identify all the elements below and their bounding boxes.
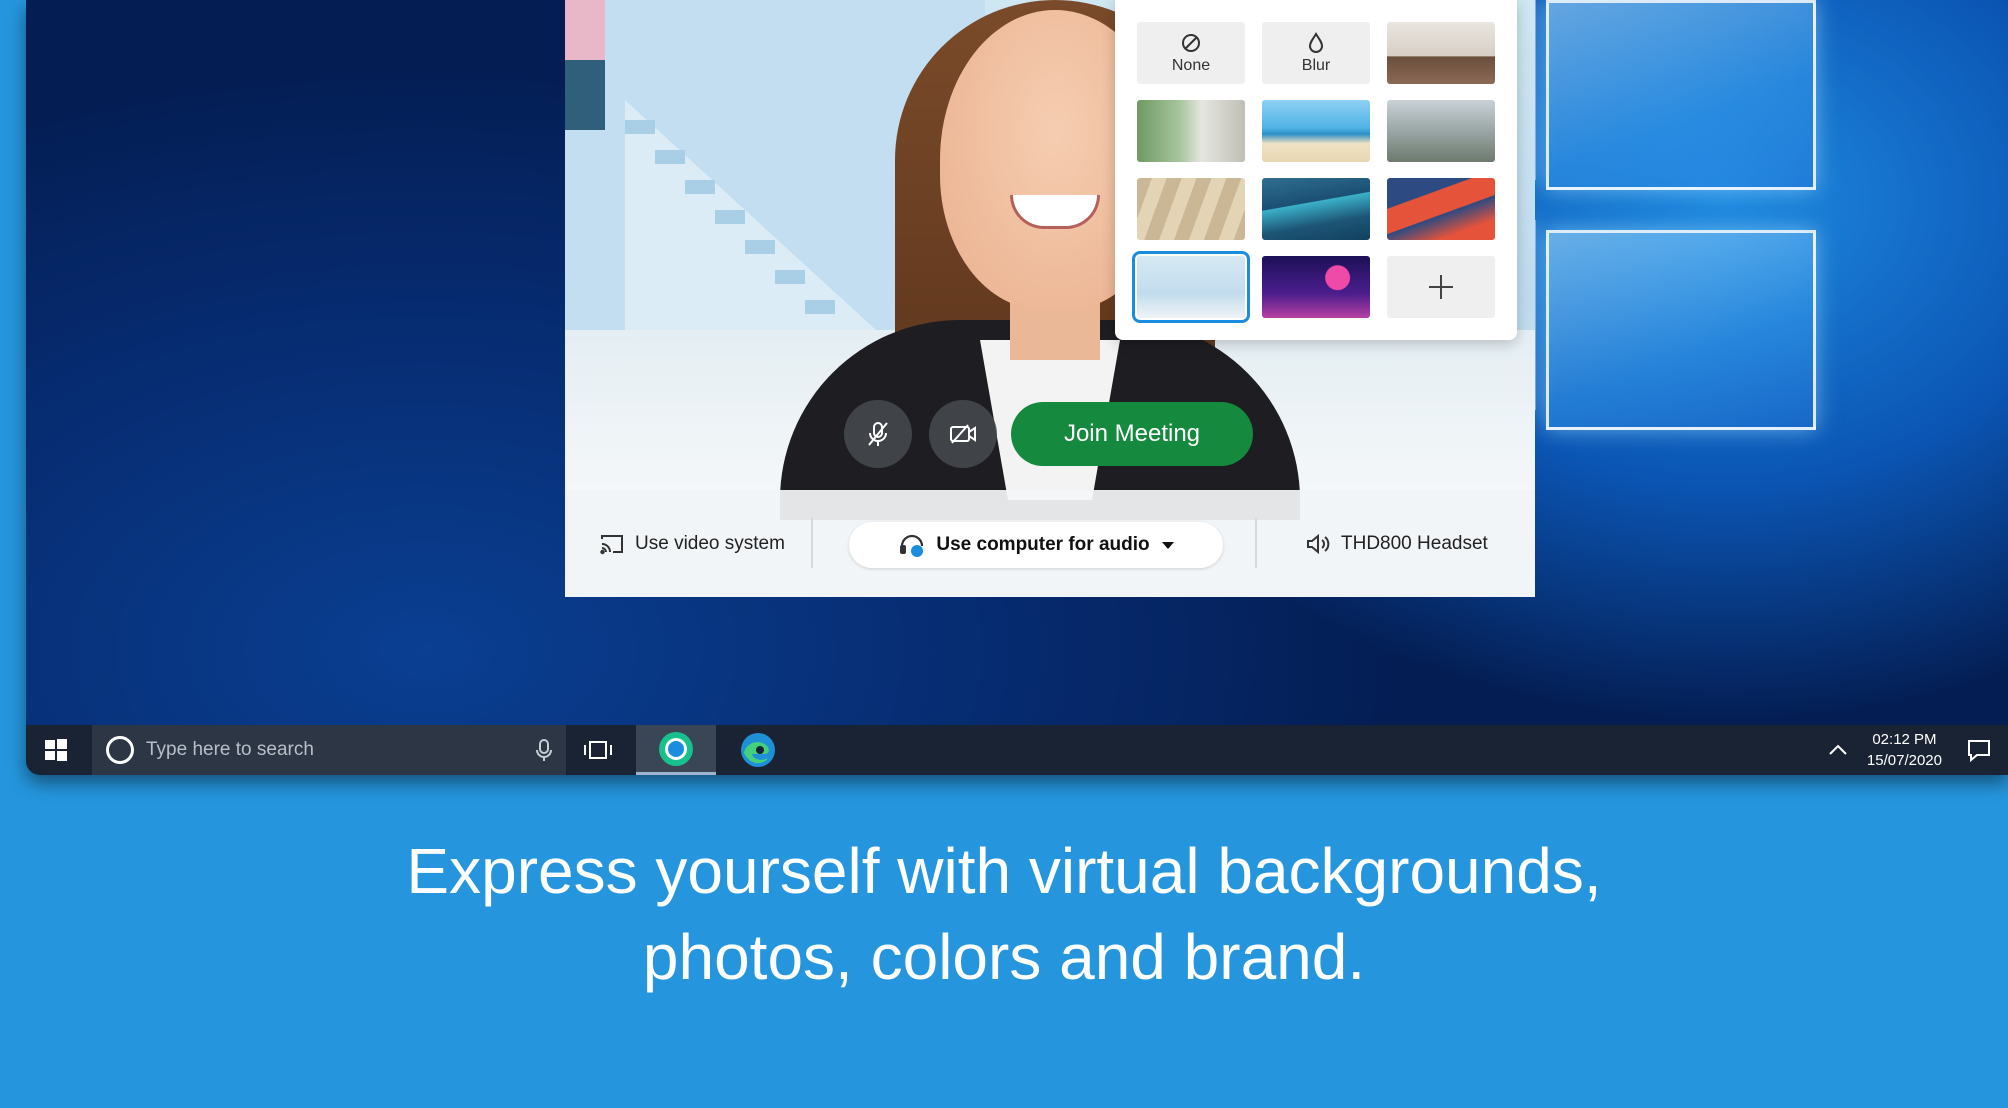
- background-beach[interactable]: [1262, 100, 1370, 162]
- no-background-icon: [1182, 33, 1200, 52]
- headset-selector[interactable]: THD800 Headset: [1305, 490, 1488, 597]
- chevron-down-icon: [1161, 541, 1174, 549]
- windows-logo-wallpaper: [1436, 0, 1836, 460]
- join-meeting-button[interactable]: Join Meeting: [1011, 402, 1253, 466]
- none-label: None: [1171, 56, 1211, 74]
- cast-screen-icon: [600, 534, 623, 554]
- marketing-caption: Express yourself with virtual background…: [0, 828, 2008, 1000]
- windows-taskbar: Type here to search 02:12 PM 15/07/2020: [26, 725, 2008, 775]
- mute-button[interactable]: [844, 400, 912, 468]
- audio-source-label: Use computer for audio: [936, 534, 1150, 555]
- search-placeholder: Type here to search: [146, 739, 314, 760]
- cortana-icon: [106, 736, 134, 764]
- blur-label: Blur: [1301, 56, 1331, 74]
- background-wood[interactable]: [1137, 178, 1245, 240]
- background-living-room[interactable]: [1387, 22, 1495, 84]
- virtual-background-picker: None Blur: [1115, 0, 1517, 340]
- background-garden-room[interactable]: [1137, 100, 1245, 162]
- task-view-icon[interactable]: [566, 725, 630, 775]
- video-off-icon: [950, 424, 976, 444]
- caption-line-2: photos, colors and brand.: [642, 921, 1366, 993]
- taskbar-search-box[interactable]: Type here to search: [92, 725, 566, 775]
- stop-video-button[interactable]: [929, 400, 997, 468]
- blur-drop-icon: [1308, 31, 1324, 53]
- background-neon-space[interactable]: [1262, 256, 1370, 318]
- audio-video-options-bar: Use video system Use computer for audio …: [565, 490, 1535, 597]
- use-video-system-button[interactable]: Use video system: [599, 490, 785, 597]
- edge-browser-icon[interactable]: [726, 725, 790, 775]
- microphone-icon[interactable]: [536, 738, 552, 762]
- headset-icon: [900, 534, 924, 557]
- system-tray: 02:12 PM 15/07/2020: [1827, 725, 2008, 775]
- background-blur-option[interactable]: Blur: [1262, 22, 1370, 84]
- caption-line-1: Express yourself with virtual background…: [406, 835, 1602, 907]
- background-blue-hills[interactable]: [1262, 178, 1370, 240]
- background-mountains[interactable]: [1387, 100, 1495, 162]
- desktop: Join Meeting Use video system Use comput…: [26, 0, 2008, 775]
- webex-app-icon[interactable]: [636, 725, 716, 775]
- background-none-option[interactable]: None: [1137, 22, 1245, 84]
- chevron-up-icon[interactable]: [1827, 743, 1849, 757]
- clock-date: 15/07/2020: [1866, 752, 1942, 769]
- add-background-button[interactable]: [1387, 256, 1495, 318]
- taskbar-clock[interactable]: 02:12 PM 15/07/2020: [1867, 729, 1942, 771]
- headset-label: THD800 Headset: [1341, 532, 1488, 554]
- notifications-icon[interactable]: [1966, 738, 1992, 762]
- windows-start-icon[interactable]: [44, 738, 68, 762]
- use-video-system-label: Use video system: [635, 532, 785, 554]
- mic-off-icon: [868, 422, 888, 446]
- audio-source-dropdown[interactable]: Use computer for audio: [849, 522, 1223, 568]
- background-red-shapes[interactable]: [1387, 178, 1495, 240]
- background-stairs-selected[interactable]: [1132, 251, 1250, 323]
- plus-icon: [1429, 275, 1453, 299]
- speaker-icon: [1307, 533, 1330, 554]
- clock-time: 02:12 PM: [1872, 731, 1937, 748]
